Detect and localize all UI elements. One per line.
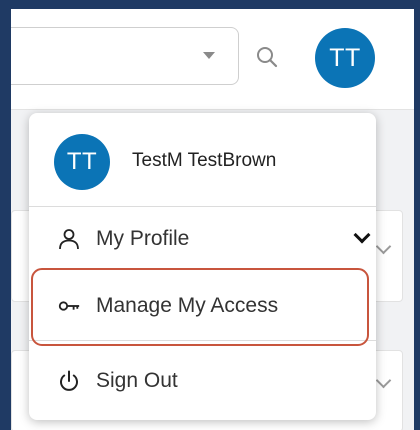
dropdown-caret-icon[interactable] [203, 52, 215, 59]
menu-item-my-profile[interactable]: My Profile [29, 206, 376, 272]
user-menu: TT TestM TestBrown My Profile Manage My … [29, 113, 376, 420]
menu-item-label: My Profile [96, 227, 190, 250]
power-icon [57, 369, 81, 393]
menu-item-sign-out[interactable]: Sign Out [29, 348, 376, 414]
frame-border-left [0, 0, 11, 430]
frame-border-top [0, 0, 420, 9]
frame-border-right [414, 0, 420, 430]
menu-item-label: Sign Out [96, 369, 178, 392]
person-icon [57, 227, 81, 251]
user-menu-header: TT TestM TestBrown [29, 113, 376, 207]
search-icon[interactable] [252, 42, 282, 72]
avatar: TT [54, 134, 110, 190]
user-name: TestM TestBrown [132, 150, 277, 171]
header-avatar[interactable]: TT [315, 28, 375, 88]
highlight-box [31, 268, 369, 346]
chevron-down-icon[interactable] [353, 226, 371, 244]
